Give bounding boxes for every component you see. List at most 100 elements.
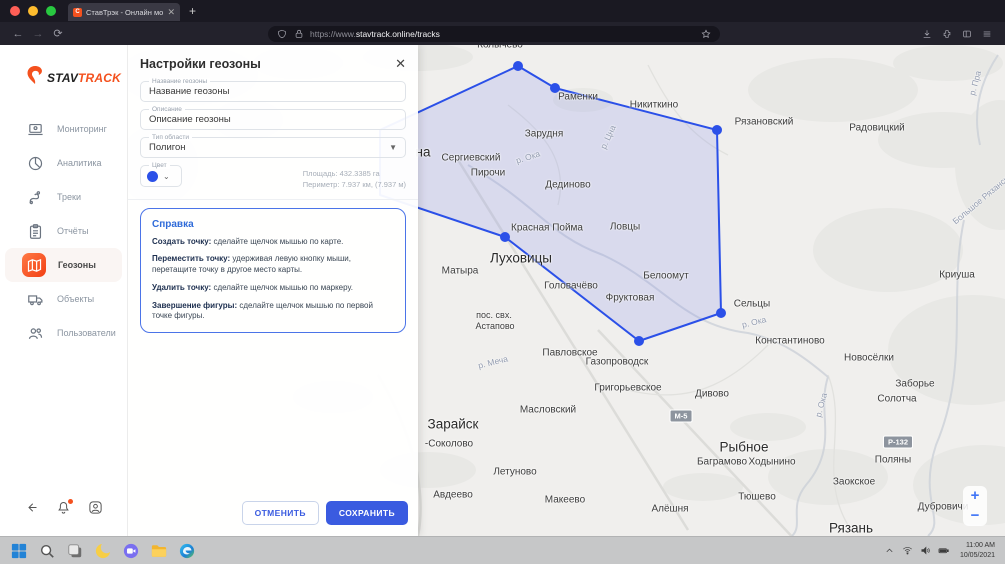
- url-path: /tracks: [415, 29, 440, 39]
- browser-nav-bar: ← → ⟳ https://www.stavtrack.online/track…: [0, 22, 1005, 45]
- sidebar-item-reports[interactable]: Отчёты: [5, 214, 122, 248]
- panel-title: Настройки геозоны: [140, 57, 261, 71]
- map-place-label: Макеево: [545, 495, 585, 506]
- new-tab-button[interactable]: +: [189, 4, 196, 18]
- chevron-down-icon[interactable]: ▼: [389, 143, 397, 152]
- help-line: Удалить точку: сделайте щелчок мышью по …: [152, 283, 394, 294]
- cancel-button[interactable]: ОТМЕНИТЬ: [242, 501, 319, 525]
- shield-icon[interactable]: [276, 28, 288, 40]
- color-swatch[interactable]: [147, 171, 158, 182]
- tray-chevron-icon[interactable]: [884, 545, 895, 556]
- close-icon[interactable]: ✕: [395, 58, 406, 70]
- map-place-label: Ходынино: [748, 457, 795, 468]
- start-menu-icon[interactable]: [10, 542, 28, 560]
- logo-pin-icon: [26, 65, 44, 90]
- geozone-description-input[interactable]: Описание геозоны: [149, 114, 397, 125]
- collapse-sidebar-icon[interactable]: [24, 500, 39, 520]
- sidebar-item-label: Треки: [57, 192, 81, 202]
- users-icon: [25, 323, 45, 343]
- browser-tab-bar: С СтавТрэк - Онлайн мониторин ✕ +: [0, 0, 1005, 22]
- geozone-name-field[interactable]: Название геозоны Название геозоны: [140, 81, 406, 102]
- window-controls[interactable]: [0, 6, 68, 16]
- back-icon[interactable]: ←: [8, 28, 28, 40]
- sidebar-item-objects[interactable]: Объекты: [5, 282, 122, 316]
- tab-close-icon[interactable]: ✕: [167, 8, 175, 17]
- color-chevron-down-icon[interactable]: ⌄: [163, 172, 170, 181]
- sidebar-item-monitoring[interactable]: Мониторинг: [5, 112, 122, 146]
- map-place-label: Фруктовая: [606, 293, 655, 304]
- wifi-icon[interactable]: [902, 545, 913, 556]
- browser-tab[interactable]: С СтавТрэк - Онлайн мониторин ✕: [68, 3, 180, 21]
- sidebar-item-analytics[interactable]: Аналитика: [5, 146, 122, 180]
- map[interactable]: КолычевонаРаменкиНикиткиноРязановскийРад…: [128, 45, 1005, 536]
- monitoring-icon: [25, 119, 45, 139]
- map-place-label: Солотча: [877, 394, 916, 405]
- forward-icon[interactable]: →: [28, 28, 48, 40]
- close-window-button[interactable]: [10, 6, 20, 16]
- taskbar: 11:00 AM 10/05/2021: [0, 536, 1005, 564]
- system-tray: 11:00 AM 10/05/2021: [884, 541, 995, 559]
- minimize-window-button[interactable]: [28, 6, 38, 16]
- menu-hamburger-icon[interactable]: [981, 28, 993, 40]
- map-place-label: р. Ока: [741, 314, 767, 330]
- app-sidebar: STAVTRACK МониторингАналитика Треки Отчёты…: [0, 45, 128, 536]
- reload-icon[interactable]: ⟳: [48, 27, 68, 40]
- help-line: Завершение фигуры: сделайте щелчок мышью…: [152, 301, 394, 323]
- map-place-label: Матыра: [442, 266, 479, 277]
- map-place-label: Масловский: [520, 405, 576, 416]
- extensions-icon[interactable]: [941, 28, 953, 40]
- tab-title: СтавТрэк - Онлайн мониторин: [86, 8, 163, 17]
- help-line: Создать точку: сделайте щелчок мышью по …: [152, 237, 394, 248]
- map-place-label: Сельцы: [734, 299, 770, 310]
- geozone-name-label: Название геозоны: [149, 78, 210, 85]
- notifications-bell-icon[interactable]: [56, 500, 71, 520]
- site-favicon: С: [73, 8, 82, 17]
- task-view-icon[interactable]: [66, 542, 84, 560]
- map-place-label: Красная Пойма: [511, 223, 583, 234]
- volume-icon[interactable]: [920, 545, 931, 556]
- tracks-icon: [25, 187, 45, 207]
- map-place-label: Алёшня: [651, 504, 688, 515]
- sidebar-item-geozones[interactable]: Геозоны: [5, 248, 122, 282]
- file-explorer-icon[interactable]: [150, 542, 168, 560]
- area-value: Площадь: 432.3385 га: [303, 168, 406, 179]
- search-icon[interactable]: [38, 542, 56, 560]
- account-icon[interactable]: [88, 500, 103, 520]
- taskbar-clock[interactable]: 11:00 AM 10/05/2021: [960, 541, 995, 559]
- maximize-window-button[interactable]: [46, 6, 56, 16]
- url-text[interactable]: https://www.stavtrack.online/tracks: [310, 29, 695, 39]
- logo-text-track: TRACK: [78, 71, 121, 85]
- map-place-label: Головачёво: [544, 281, 598, 292]
- geozones-icon: [22, 253, 46, 277]
- zoom-in-button[interactable]: +: [971, 489, 980, 503]
- area-type-select[interactable]: Тип области Полигон ▼: [140, 137, 406, 158]
- map-place-label: Луховицы: [490, 251, 552, 266]
- video-call-app-icon[interactable]: [122, 542, 140, 560]
- map-place-label: р. Ока: [515, 148, 542, 165]
- sidebar-item-label: Геозоны: [58, 260, 96, 270]
- map-place-label: Рязань: [829, 521, 873, 536]
- map-place-label: Дубровичи: [918, 502, 969, 513]
- app-logo: STAVTRACK: [0, 45, 127, 104]
- sidebar-item-users[interactable]: Пользователи: [5, 316, 122, 350]
- zoom-out-button[interactable]: −: [971, 509, 980, 523]
- save-button[interactable]: СОХРАНИТЬ: [326, 501, 408, 525]
- map-place-label: -Соколово: [425, 439, 473, 450]
- geozone-description-field[interactable]: Описание Описание геозоны: [140, 109, 406, 130]
- logo-text-stav: STAV: [47, 71, 78, 85]
- geozone-name-input[interactable]: Название геозоны: [149, 86, 397, 97]
- sidebar-item-label: Отчёты: [57, 226, 88, 236]
- sidebar-item-label: Объекты: [57, 294, 94, 304]
- sidebar-toggle-icon[interactable]: [961, 28, 973, 40]
- map-place-label: Тюшево: [738, 492, 776, 503]
- bookmark-star-icon[interactable]: [700, 28, 712, 40]
- moon-app-icon[interactable]: [94, 542, 112, 560]
- url-bar[interactable]: https://www.stavtrack.online/tracks: [268, 26, 720, 42]
- downloads-icon[interactable]: [921, 28, 933, 40]
- sidebar-item-tracks[interactable]: Треки: [5, 180, 122, 214]
- map-place-label: Раменки: [558, 92, 598, 103]
- edge-browser-icon[interactable]: [178, 542, 196, 560]
- battery-icon[interactable]: [938, 545, 949, 556]
- color-picker[interactable]: Цвет ⌄: [140, 165, 182, 187]
- lock-icon[interactable]: [293, 28, 305, 40]
